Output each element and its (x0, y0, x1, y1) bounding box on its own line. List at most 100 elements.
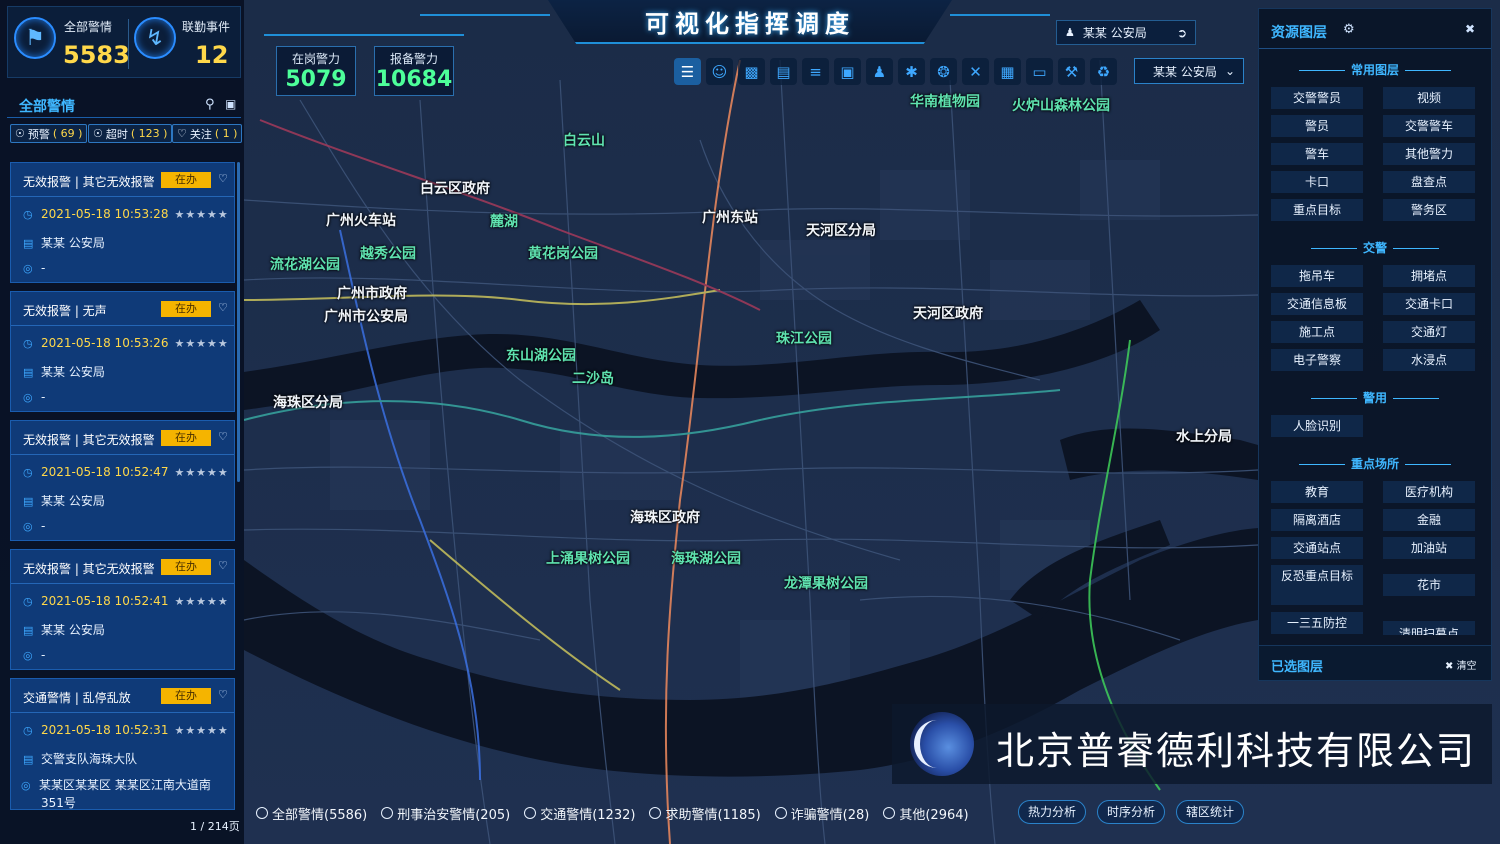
follow-heart-icon[interactable]: ♡ (218, 301, 228, 314)
linked-events-value[interactable]: 12 (195, 41, 228, 69)
layer-inspection-point[interactable]: 盘查点 (1383, 171, 1475, 193)
layer-gas-station[interactable]: 加油站 (1383, 537, 1475, 559)
map-label-haizhuhu-park[interactable]: 海珠湖公园 (671, 548, 741, 568)
map-label-liuhuahu-park[interactable]: 流花湖公园 (270, 254, 340, 274)
layer-transit-station[interactable]: 交通站点 (1271, 537, 1363, 559)
layer-flood-point[interactable]: 水浸点 (1383, 349, 1475, 371)
layer-officer[interactable]: 警员 (1271, 115, 1363, 137)
filter-timeout[interactable]: ☉ 超时 ( 123 ) (88, 124, 173, 143)
radio-all-alarms[interactable]: 全部警情(5586) (256, 804, 367, 823)
radio-criminal[interactable]: 刑事治安警情(205) (381, 804, 510, 823)
alarm-card[interactable]: 无效报警 | 其它无效报警 在办 ♡ ◷ 2021-05-18 10:53:28 ★… (10, 162, 235, 283)
map-label-luhu[interactable]: 麓湖 (490, 211, 518, 231)
gear-icon[interactable]: ⚙ (1343, 22, 1355, 37)
close-icon[interactable]: ✖ (1465, 22, 1475, 36)
report-icon[interactable]: ▤ (770, 58, 797, 85)
map-label-haizhu-gov[interactable]: 海珠区政府 (630, 507, 700, 527)
map-label-tianhe-gov[interactable]: 天河区政府 (913, 303, 983, 323)
user-box[interactable]: ♟ 某某 公安局 ➲ (1056, 20, 1196, 45)
follow-heart-icon[interactable]: ♡ (218, 688, 228, 701)
map-label-guangzhou-east[interactable]: 广州东站 (702, 207, 758, 227)
map-label-ershadao[interactable]: 二沙岛 (572, 368, 614, 388)
pager[interactable]: 1 / 214页 (190, 818, 240, 834)
layer-traffic-checkpoint[interactable]: 交通卡口 (1383, 293, 1475, 315)
map-label-huanghuagang-park[interactable]: 黄花岗公园 (528, 243, 598, 263)
alarm-card[interactable]: 无效报警 | 无声 在办 ♡ ◷ 2021-05-18 10:53:26 ★★★★★… (10, 291, 235, 412)
alarm-list-scrollbar[interactable] (237, 162, 240, 482)
map-label-shangchong-park[interactable]: 上涌果树公园 (546, 548, 630, 568)
heatmap-analysis-button[interactable]: 热力分析 (1018, 800, 1086, 824)
timing-analysis-button[interactable]: 时序分析 (1097, 800, 1165, 824)
alarm-card[interactable]: 无效报警 | 其它无效报警 在办 ♡ ◷ 2021-05-18 10:52:41 ★… (10, 549, 235, 670)
map-label-longtan-park[interactable]: 龙潭果树公园 (784, 573, 868, 593)
district-stats-button[interactable]: 辖区统计 (1176, 800, 1244, 824)
follow-heart-icon[interactable]: ♡ (218, 430, 228, 443)
layer-finance[interactable]: 金融 (1383, 509, 1475, 531)
layer-anti-terror[interactable]: 反恐重点目标 (1271, 565, 1363, 605)
map-label-dongshanhu-park[interactable]: 东山湖公园 (506, 345, 576, 365)
drone-icon[interactable]: ❂ (930, 58, 957, 85)
filter-warning[interactable]: ☉ 预警 ( 69 ) (10, 124, 88, 143)
layer-traffic-officer[interactable]: 交警警员 (1271, 87, 1363, 109)
layer-video[interactable]: 视频 (1383, 87, 1475, 109)
map-label-yuexiu-park[interactable]: 越秀公园 (360, 243, 416, 263)
map-label-city-gov[interactable]: 广州市政府 (337, 283, 407, 303)
layer-other-force[interactable]: 其他警力 (1383, 143, 1475, 165)
layer-key-target[interactable]: 重点目标 (1271, 199, 1363, 221)
grid-icon[interactable]: ▦ (994, 58, 1021, 85)
radio-fraud[interactable]: 诈骗警情(28) (774, 804, 869, 823)
expand-icon[interactable]: ▣ (225, 97, 236, 111)
officer-icon[interactable]: ♟ (866, 58, 893, 85)
layer-tow-truck[interactable]: 拖吊车 (1271, 265, 1363, 287)
search-icon[interactable]: ⚲ (205, 97, 215, 112)
all-alarms-value[interactable]: 5583 (63, 41, 130, 69)
layer-e-police[interactable]: 电子警察 (1271, 349, 1363, 371)
map-label-city-police[interactable]: 广州市公安局 (324, 306, 408, 326)
list-icon[interactable]: ≡ (802, 58, 829, 85)
layer-traffic-light[interactable]: 交通灯 (1383, 321, 1475, 343)
radio-other[interactable]: 其他(2964) (883, 804, 969, 823)
bluetooth-icon[interactable]: ✱ (898, 58, 925, 85)
map-label-water-branch[interactable]: 水上分局 (1176, 426, 1232, 446)
alarm-card[interactable]: 交通警情 | 乱停乱放 在办 ♡ ◷ 2021-05-18 10:52:31 ★★★… (10, 678, 235, 810)
eraser-icon[interactable]: ▭ (1026, 58, 1053, 85)
layer-135-control[interactable]: 一三五防控 (1271, 612, 1363, 634)
layer-medical[interactable]: 医疗机构 (1383, 481, 1475, 503)
layer-education[interactable]: 教育 (1271, 481, 1363, 503)
wrench-icon[interactable]: ⚒ (1058, 58, 1085, 85)
map-label-tianhe-branch[interactable]: 天河区分局 (806, 220, 876, 240)
map-label-zhujiang-park[interactable]: 珠江公园 (776, 328, 832, 348)
layer-quarantine-hotel[interactable]: 隔离酒店 (1271, 509, 1363, 531)
layer-construction[interactable]: 施工点 (1271, 321, 1363, 343)
layer-traffic-car[interactable]: 交警警车 (1383, 115, 1475, 137)
layer-flower-market[interactable]: 花市 (1383, 574, 1475, 596)
map-label-botanical-garden[interactable]: 华南植物园 (910, 91, 980, 111)
map-label-haizhu-branch[interactable]: 海珠区分局 (273, 392, 343, 412)
broom-icon[interactable]: ♻ (1090, 58, 1117, 85)
logout-icon[interactable]: ➲ (1177, 26, 1187, 40)
map-label-huolushan-park[interactable]: 火炉山森林公园 (1012, 95, 1110, 115)
map-label-guangzhou-station[interactable]: 广州火车站 (326, 210, 396, 230)
bar-chart-icon[interactable]: ▩ (738, 58, 765, 85)
layers-icon[interactable]: ☰ (674, 58, 701, 85)
layer-police-car[interactable]: 警车 (1271, 143, 1363, 165)
unit-select[interactable]: 某某 公安局 ⌄ (1134, 58, 1244, 84)
chat-icon[interactable]: ▣ (834, 58, 861, 85)
clear-button[interactable]: ✖ 清空 (1445, 657, 1477, 672)
radio-help[interactable]: 求助警情(1185) (649, 804, 761, 823)
alarm-card[interactable]: 无效报警 | 其它无效报警 在办 ♡ ◷ 2021-05-18 10:52:47 ★… (10, 420, 235, 541)
follow-heart-icon[interactable]: ♡ (218, 172, 228, 185)
layer-face-recognition[interactable]: 人脸识别 (1271, 415, 1363, 437)
follow-heart-icon[interactable]: ♡ (218, 559, 228, 572)
filter-follow[interactable]: ♡ 关注 ( 1 ) (172, 124, 243, 143)
radio-traffic[interactable]: 交通警情(1232) (524, 804, 635, 823)
map-label-baiyun-gov[interactable]: 白云区政府 (420, 178, 490, 198)
layer-congestion[interactable]: 拥堵点 (1383, 265, 1475, 287)
layer-info-board[interactable]: 交通信息板 (1271, 293, 1363, 315)
portrait-icon[interactable]: ☺ (706, 58, 733, 85)
layer-tomb-sweeping[interactable]: 清明扫墓点 (1383, 621, 1475, 635)
map-label-baiyunshan[interactable]: 白云山 (563, 130, 605, 150)
cross-icon[interactable]: ✕ (962, 58, 989, 85)
layer-police-area[interactable]: 警务区 (1383, 199, 1475, 221)
layer-checkpoint[interactable]: 卡口 (1271, 171, 1363, 193)
